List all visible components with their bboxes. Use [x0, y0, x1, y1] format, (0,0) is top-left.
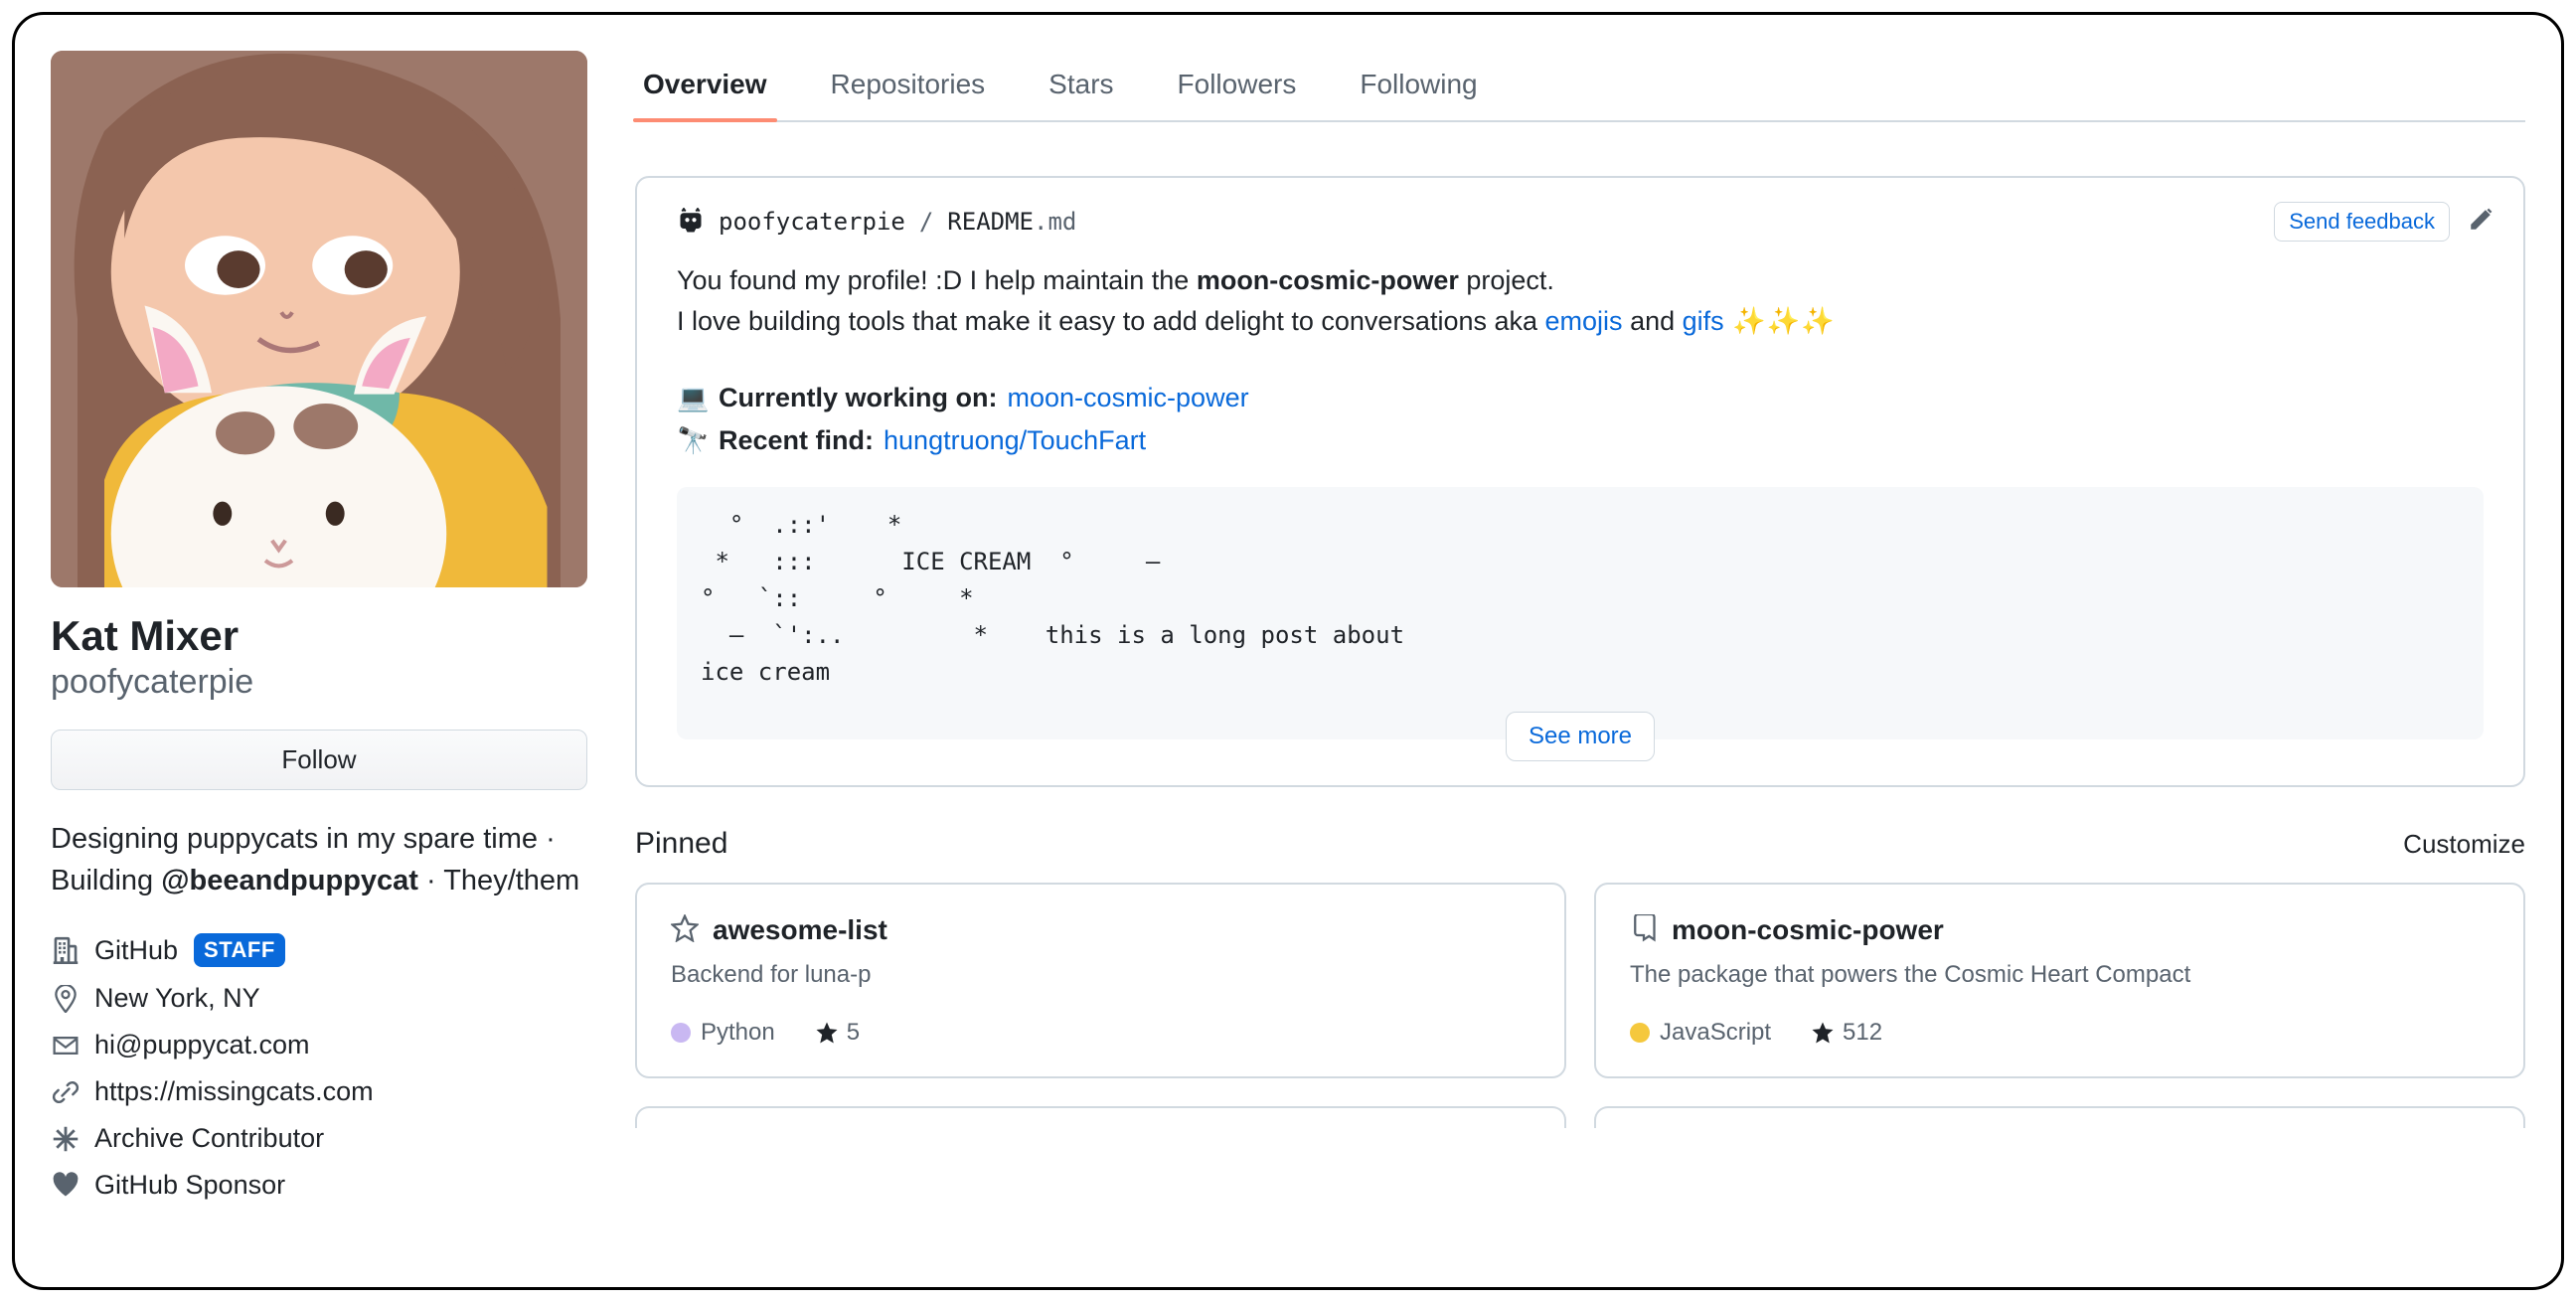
pinned-repo-card[interactable]: awesome-list Backend for luna-p Python 5 — [635, 883, 1566, 1078]
pinned-repo-card-stub — [1594, 1106, 2525, 1128]
follow-button[interactable]: Follow — [51, 730, 587, 790]
customize-link[interactable]: Customize — [2403, 829, 2525, 860]
meta-email-value: hi@puppycat.com — [94, 1030, 310, 1060]
meta-location-value: New York, NY — [94, 983, 260, 1014]
meta-location: New York, NY — [51, 983, 587, 1014]
readme-find-link[interactable]: hungtruong/TouchFart — [884, 421, 1146, 460]
meta-url-value: https://missingcats.com — [94, 1076, 374, 1107]
readme-line2-pre: I love building tools that make it easy … — [677, 306, 1545, 336]
profile-tabs: Overview Repositories Stars Followers Fo… — [635, 51, 2525, 122]
star-filled-icon — [1811, 1021, 1835, 1045]
readme-crumb-file[interactable]: README — [947, 208, 1034, 236]
meta-achievement-sponsor: GitHub Sponsor — [51, 1170, 587, 1201]
pinned-heading: Pinned — [635, 827, 727, 861]
meta-achievement-value: Archive Contributor — [94, 1123, 324, 1154]
profile-readme: poofycaterpie / README.md Send feedback … — [635, 176, 2525, 787]
tab-followers[interactable]: Followers — [1174, 51, 1301, 120]
star-filled-icon — [815, 1021, 839, 1045]
pinned-repo-card-stub — [635, 1106, 1566, 1128]
repo-language: Python — [671, 1019, 775, 1047]
sparkles-icon: ✨✨✨ — [1724, 306, 1836, 336]
meta-achievement-archive: Archive Contributor — [51, 1123, 587, 1154]
language-dot — [1630, 1023, 1650, 1043]
repo-star-count: 512 — [1843, 1019, 1882, 1047]
readme-find-label: Recent find: — [719, 421, 874, 460]
staff-badge: STAFF — [194, 933, 285, 967]
repo-description: Backend for luna-p — [671, 961, 1530, 989]
send-feedback-button[interactable]: Send feedback — [2274, 202, 2450, 242]
telescope-icon: 🔭 — [677, 422, 709, 460]
repo-description: The package that powers the Cosmic Heart… — [1630, 961, 2490, 989]
meta-company-value: GitHub — [94, 935, 178, 966]
mail-icon — [51, 1031, 80, 1060]
readme-link-emojis[interactable]: emojis — [1545, 306, 1623, 336]
repo-name[interactable]: moon-cosmic-power — [1672, 914, 1944, 946]
smiley-icon — [677, 208, 705, 236]
readme-crumb-sep: / — [919, 208, 933, 236]
repo-star-count: 5 — [847, 1019, 860, 1047]
readme-link-gifs[interactable]: gifs — [1683, 306, 1724, 336]
repo-language: JavaScript — [1630, 1019, 1771, 1047]
repo-name[interactable]: awesome-list — [713, 914, 887, 946]
repo-icon — [1630, 914, 1658, 947]
meta-company: GitHub STAFF — [51, 933, 587, 967]
profile-bio: Designing puppycats in my spare time · B… — [51, 818, 587, 901]
location-icon — [51, 984, 80, 1014]
tab-following[interactable]: Following — [1356, 51, 1481, 120]
asterisk-icon — [51, 1124, 80, 1154]
meta-sponsor-value: GitHub Sponsor — [94, 1170, 285, 1201]
readme-working-label: Currently working on: — [719, 379, 998, 417]
star-icon — [671, 914, 699, 947]
readme-working-link[interactable]: moon-cosmic-power — [1008, 379, 1249, 417]
repo-stargazers[interactable]: 512 — [1811, 1019, 1882, 1047]
readme-line1-bold: moon-cosmic-power — [1197, 265, 1459, 295]
profile-username: poofycaterpie — [51, 663, 587, 702]
heart-icon — [51, 1171, 80, 1201]
edit-icon[interactable] — [2468, 207, 2494, 238]
meta-url[interactable]: https://missingcats.com — [51, 1076, 587, 1107]
tab-repositories[interactable]: Repositories — [827, 51, 990, 120]
link-icon — [51, 1077, 80, 1107]
readme-line1-post: project. — [1459, 265, 1554, 295]
profile-fullname: Kat Mixer — [51, 611, 587, 661]
tab-stars[interactable]: Stars — [1045, 51, 1117, 120]
laptop-icon: 💻 — [677, 380, 709, 417]
bio-text-post: · They/them — [418, 865, 579, 896]
pinned-repo-card[interactable]: moon-cosmic-power The package that power… — [1594, 883, 2525, 1078]
organization-icon — [51, 935, 80, 965]
readme-crumb-ext: .md — [1034, 208, 1076, 236]
avatar[interactable] — [51, 51, 587, 587]
readme-line2-mid: and — [1623, 306, 1683, 336]
readme-line1-pre: You found my profile! :D I help maintain… — [677, 265, 1197, 295]
language-dot — [671, 1023, 691, 1043]
bio-mention[interactable]: @beeandpuppycat — [161, 865, 418, 896]
readme-crumb-user[interactable]: poofycaterpie — [719, 208, 905, 236]
readme-codeblock: ° .::' * * ::: ICE CREAM ° – ° `:: ° * –… — [677, 487, 2484, 739]
meta-email[interactable]: hi@puppycat.com — [51, 1030, 587, 1060]
see-more-button[interactable]: See more — [1506, 712, 1655, 761]
repo-stargazers[interactable]: 5 — [815, 1019, 860, 1047]
tab-overview[interactable]: Overview — [639, 51, 771, 120]
